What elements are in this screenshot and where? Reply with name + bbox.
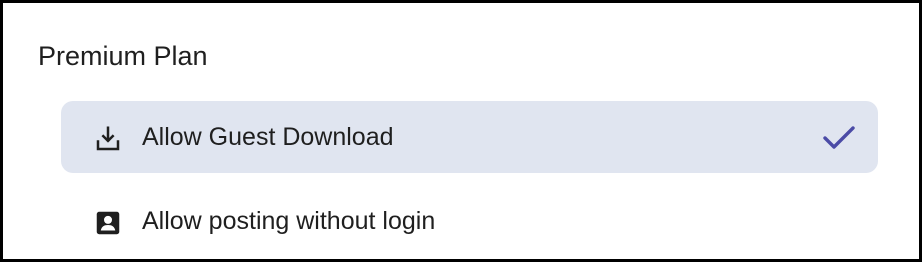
section-title: Premium Plan — [38, 41, 208, 71]
checkmark-icon — [823, 126, 855, 149]
download-icon — [96, 126, 120, 151]
option-label: Allow Guest Download — [142, 123, 394, 151]
option-allow-posting-without-login[interactable]: Allow posting without login — [61, 185, 878, 257]
option-label: Allow posting without login — [142, 207, 436, 235]
premium-plan-panel: Premium Plan Allow Guest Download Allow … — [0, 0, 922, 262]
option-allow-guest-download[interactable]: Allow Guest Download — [61, 101, 878, 173]
account-box-icon — [96, 211, 120, 235]
